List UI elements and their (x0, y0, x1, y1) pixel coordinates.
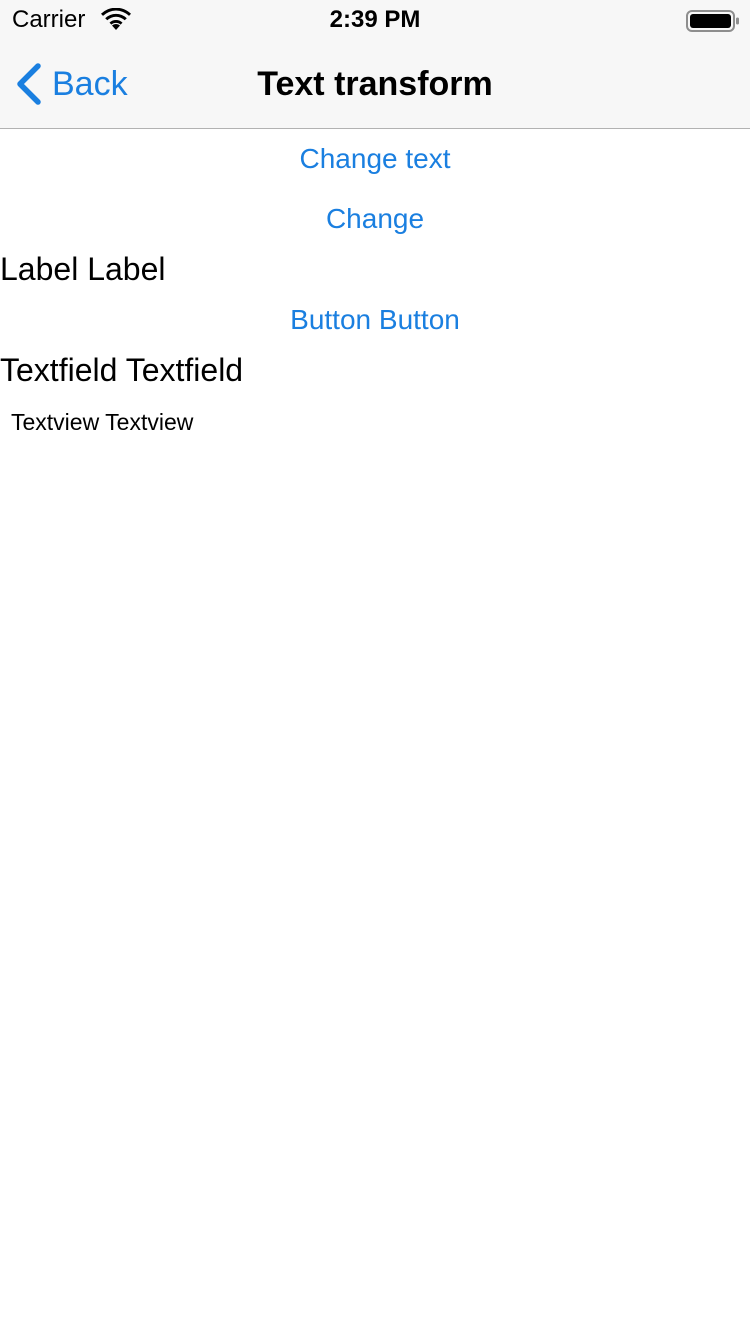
status-bar: Carrier 2:39 PM (0, 0, 750, 40)
textview[interactable]: Textview Textview (11, 407, 739, 437)
back-label: Back (52, 65, 128, 103)
chevron-left-icon (17, 63, 41, 105)
navigation-bar: Back Text transform (0, 40, 750, 128)
button-button[interactable]: Button Button (0, 300, 750, 340)
screen: Carrier 2:39 PM Back Text transform Chan… (0, 0, 750, 1334)
top-bar: Carrier 2:39 PM Back Text transform (0, 0, 750, 129)
back-button[interactable]: Back (14, 62, 128, 106)
textfield-input[interactable] (0, 350, 740, 390)
change-text-button[interactable]: Change text (0, 139, 750, 179)
label-label: Label Label (0, 251, 166, 287)
battery-icon (686, 10, 739, 32)
status-time: 2:39 PM (329, 6, 421, 33)
change-button[interactable]: Change (0, 199, 750, 239)
